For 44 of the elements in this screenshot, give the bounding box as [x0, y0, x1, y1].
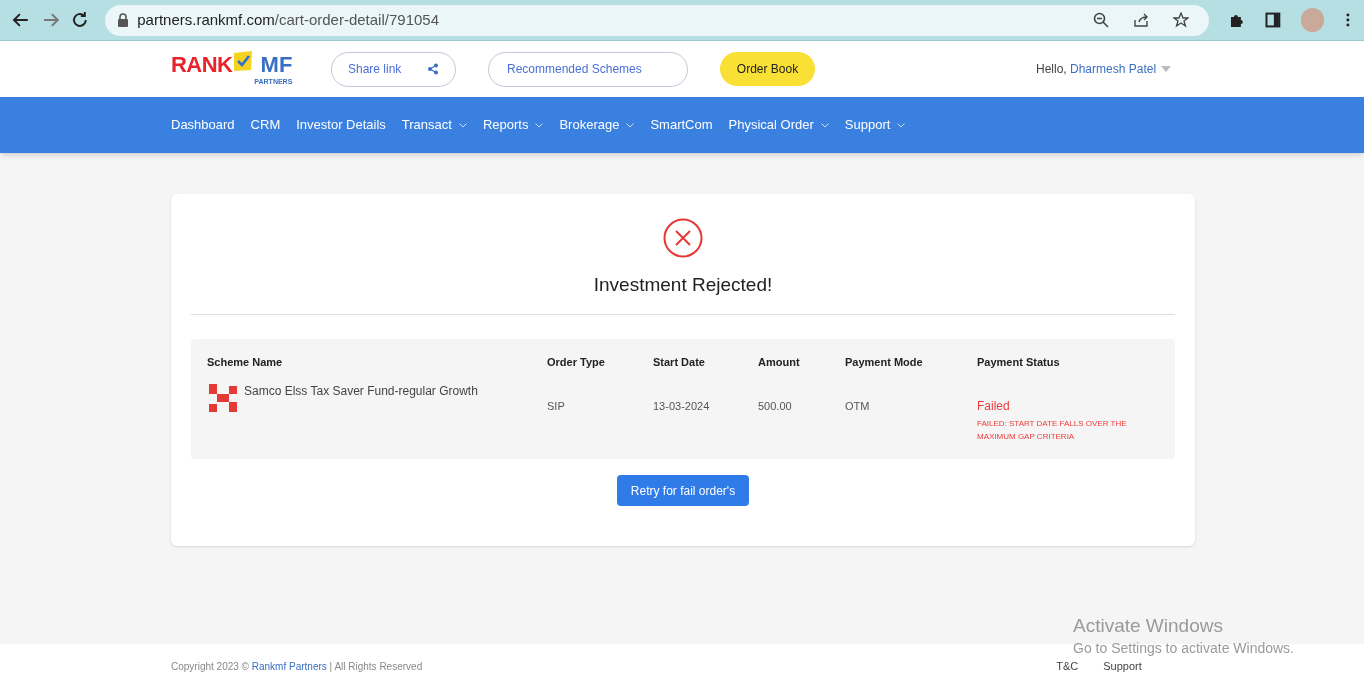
copyright-text: Copyright 2023 © Rankmf Partners | All Rights Reserved	[171, 659, 423, 674]
column-header: Payment Mode	[845, 354, 924, 370]
column-header: Amount	[758, 354, 801, 370]
scheme-name: Samco Elss Tax Saver Fund-regular Growth	[244, 383, 478, 400]
share-icon	[427, 63, 439, 75]
star-icon[interactable]	[1172, 12, 1189, 28]
nav-item[interactable]: Support	[844, 115, 906, 135]
column-header: Scheme Name	[207, 354, 284, 370]
error-icon	[663, 218, 703, 258]
column-header: Start Date	[653, 354, 706, 370]
address-bar[interactable]: partners.rankmf.com/cart-order-detail/791054	[105, 4, 1209, 36]
activation-notice-title: Activate Windows	[1073, 614, 1224, 638]
fund-logo-icon	[207, 382, 239, 414]
footer-link[interactable]: T&C	[1056, 657, 1079, 675]
nav-item[interactable]: SmartCom	[650, 115, 713, 135]
nav-item[interactable]: CRM	[250, 115, 281, 135]
column-header: Payment Status	[977, 354, 1061, 370]
nav-item[interactable]: Investor Details	[296, 115, 386, 135]
lock-icon	[117, 13, 130, 27]
footer-link[interactable]: Support	[1103, 657, 1142, 675]
table-cell: SIP	[547, 400, 565, 412]
rankmf-partners-link[interactable]: Rankmf Partners	[251, 660, 327, 672]
result-title: Investment Rejected!	[593, 273, 773, 297]
greeting: Hello, Dharmesh Patel	[1036, 61, 1157, 78]
nav-item[interactable]: Brokerage	[559, 115, 635, 135]
nav-item[interactable]: Transact	[401, 115, 467, 135]
puzzle-icon[interactable]	[1228, 12, 1245, 28]
table-cell: 500.00	[758, 400, 792, 412]
nav-item[interactable]: Physical Order	[728, 115, 829, 135]
failure-reason: FAILED: START DATE FALLS OVER THE MAXIMUM GAP CRITERIA	[977, 418, 1128, 443]
payment-status: Failed	[977, 398, 1011, 415]
share-icon[interactable]	[1132, 12, 1149, 28]
check-icon	[232, 49, 255, 72]
nav-item[interactable]: Dashboard	[171, 115, 235, 135]
table-cell: OTM	[845, 400, 870, 412]
table-cell: 13-03-2024	[653, 400, 710, 412]
sidebar-icon[interactable]	[1264, 12, 1281, 28]
retry-button[interactable]: Retry for fail order's	[616, 475, 750, 506]
zoom-out-icon[interactable]	[1092, 12, 1109, 28]
nav-item[interactable]: Reports	[482, 115, 544, 135]
url-text: partners.rankmf.com/cart-order-detail/791054	[137, 9, 439, 30]
activation-notice-text: Go to Settings to activate Windows.	[1073, 638, 1294, 658]
column-header: Order Type	[547, 354, 606, 370]
order-book-button[interactable]: Order Book	[720, 52, 815, 86]
